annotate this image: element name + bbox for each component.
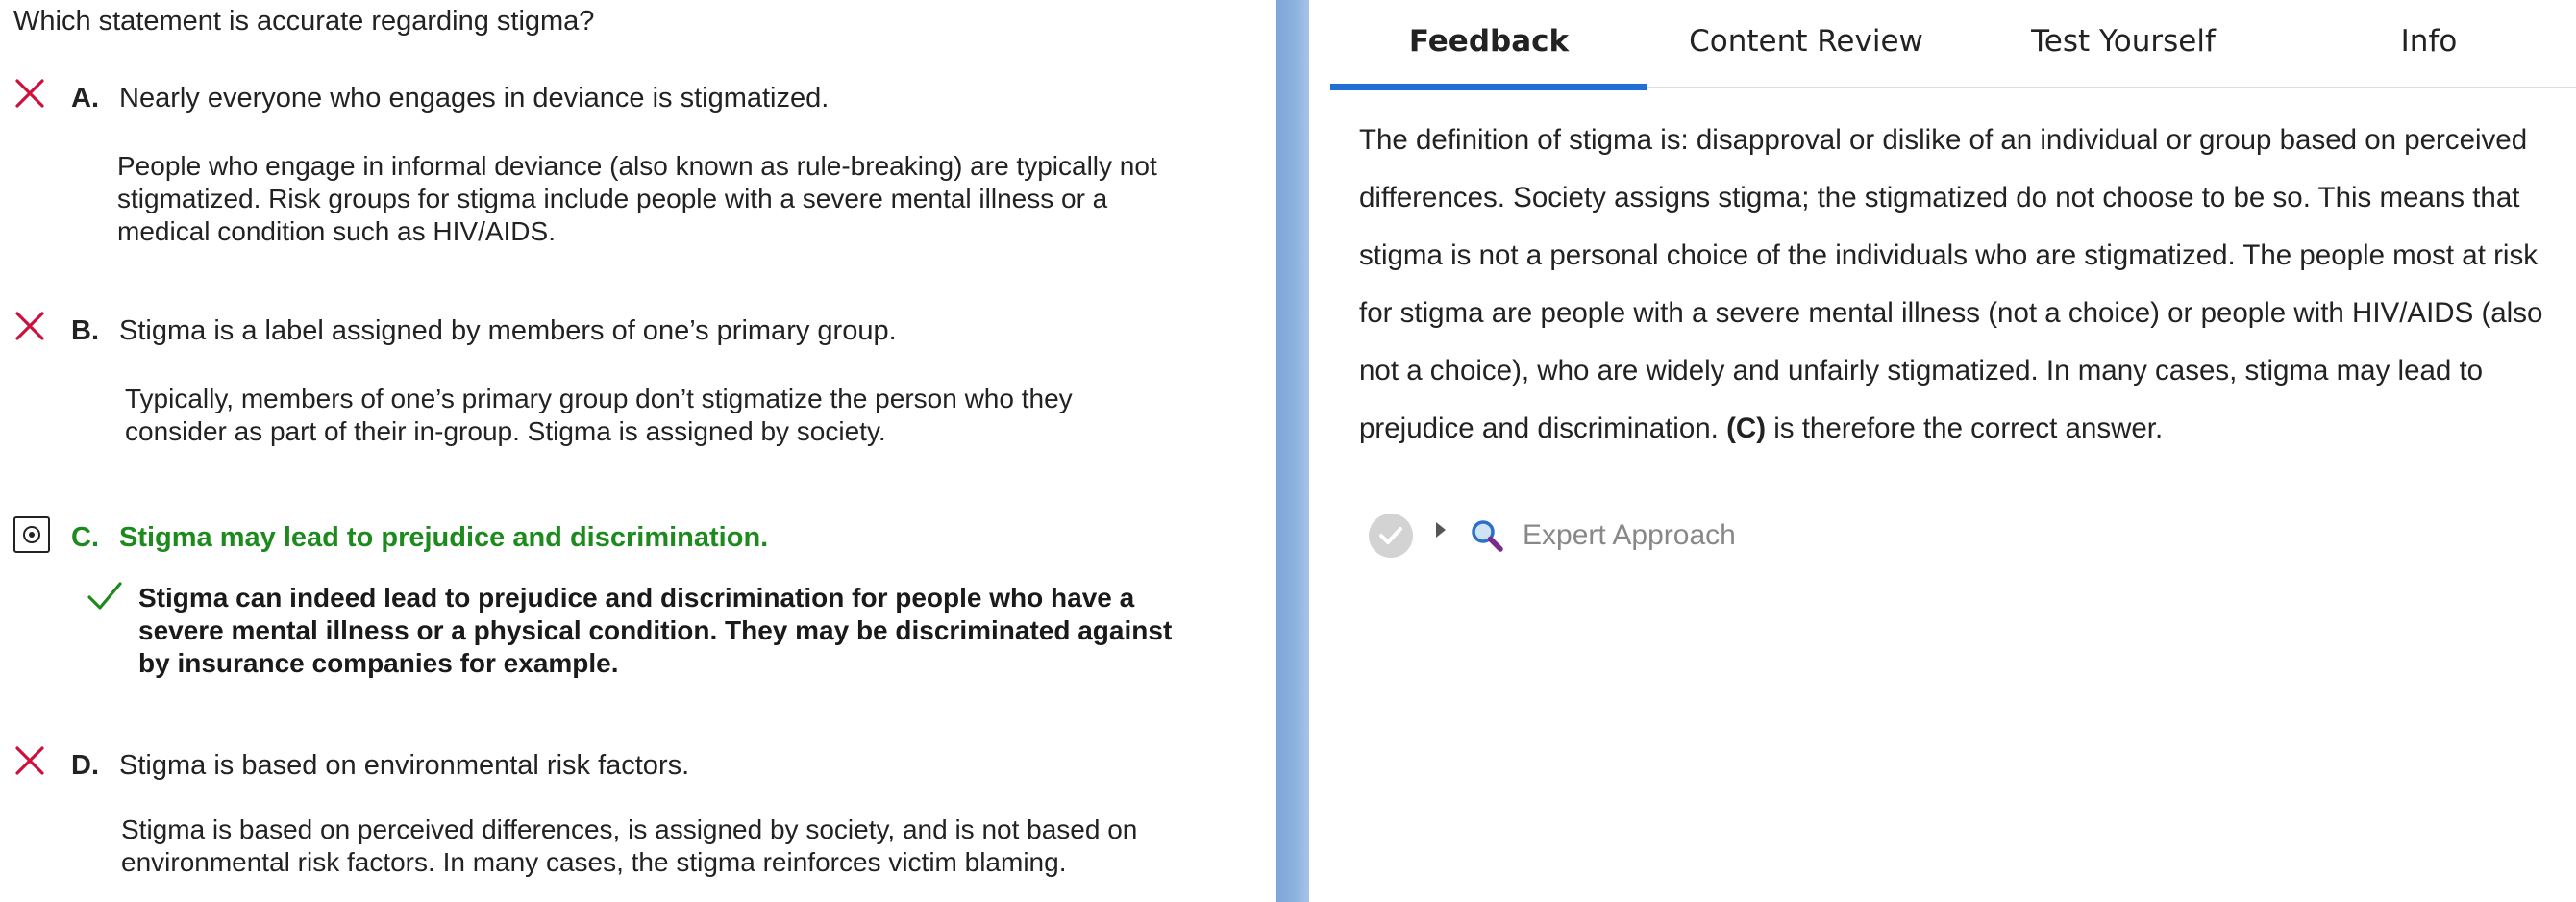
tab-bar: Feedback Content Review Test Yourself In… <box>1330 0 2576 90</box>
choice-statement: Stigma is a label assigned by members of… <box>119 315 897 346</box>
choice-explanation: People who engage in informal deviance (… <box>117 150 1157 248</box>
choice-statement: Stigma is based on environmental risk fa… <box>119 750 690 781</box>
choice-statement: Stigma may lead to prejudice and discrim… <box>119 522 769 553</box>
question-prompt: Which statement is accurate regarding st… <box>13 6 595 37</box>
question-pane: Which statement is accurate regarding st… <box>0 0 1276 902</box>
explanation-line: stigmatized. Risk groups for stigma incl… <box>117 184 1108 213</box>
choice-statement: Nearly everyone who engages in deviance … <box>119 83 830 113</box>
correct-answer-reference: (C) <box>1726 413 1767 444</box>
explanation-line: Stigma is based on perceived differences… <box>121 814 1138 844</box>
feedback-line: prejudice and discrimination. (C) is the… <box>1359 400 2564 458</box>
magnifier-icon <box>1472 520 1503 552</box>
explanation-line: severe mental illness or a physical cond… <box>138 615 1173 645</box>
completed-check-icon <box>1369 514 1413 558</box>
radio-ring-icon <box>23 526 40 543</box>
choice-explanation: Stigma can indeed lead to prejudice and … <box>138 582 1172 680</box>
feedback-pane: Feedback Content Review Test Yourself In… <box>1309 0 2576 902</box>
choice-explanation: Typically, members of one’s primary grou… <box>125 383 1073 448</box>
tab-feedback[interactable]: Feedback <box>1330 0 1647 90</box>
explanation-line: People who engage in informal deviance (… <box>117 151 1157 181</box>
tab-content-review[interactable]: Content Review <box>1647 0 1965 88</box>
feedback-line: for stigma are people with a severe ment… <box>1359 297 2543 329</box>
explanation-line: Typically, members of one’s primary grou… <box>125 384 1073 413</box>
tab-test-yourself[interactable]: Test Yourself <box>1965 0 2282 88</box>
feedback-body: The definition of stigma is: disapproval… <box>1359 112 2564 458</box>
choice-explanation: Stigma is based on perceived differences… <box>121 814 1137 879</box>
feedback-line: The definition of stigma is: disapproval… <box>1359 124 2528 156</box>
expert-approach-toggle[interactable]: Expert Approach <box>1369 514 1849 560</box>
pane-splitter[interactable] <box>1276 0 1309 902</box>
selected-radio-button[interactable] <box>13 516 50 553</box>
explanation-line: by insurance companies for example. <box>138 648 619 678</box>
incorrect-x-icon <box>15 312 44 340</box>
explanation-line: medical condition such as HIV/AIDS. <box>117 216 556 246</box>
correct-checkmark-icon <box>87 582 122 610</box>
feedback-line: differences. Society assigns stigma; the… <box>1359 182 2520 213</box>
radio-dot-icon <box>29 532 35 538</box>
feedback-text-segment: is therefore the correct answer. <box>1766 413 2164 444</box>
choice-letter: A. <box>71 83 99 113</box>
choice-letter: C. <box>71 522 99 553</box>
feedback-text-segment: prejudice and discrimination. <box>1359 413 1727 444</box>
expand-caret-icon[interactable] <box>1436 522 1446 538</box>
feedback-line: not a choice), who are widely and unfair… <box>1359 355 2484 387</box>
explanation-line: environmental risk factors. In many case… <box>121 847 1067 877</box>
explanation-line: Stigma can indeed lead to prejudice and … <box>138 583 1135 613</box>
choice-letter: D. <box>71 750 99 781</box>
expert-approach-label[interactable]: Expert Approach <box>1523 518 1736 553</box>
tab-info[interactable]: Info <box>2282 0 2576 88</box>
explanation-line: consider as part of their in-group. Stig… <box>125 416 886 446</box>
feedback-line: stigma is not a personal choice of the i… <box>1359 239 2538 271</box>
choice-letter: B. <box>71 315 99 346</box>
incorrect-x-icon <box>15 79 44 108</box>
incorrect-x-icon <box>15 746 44 775</box>
